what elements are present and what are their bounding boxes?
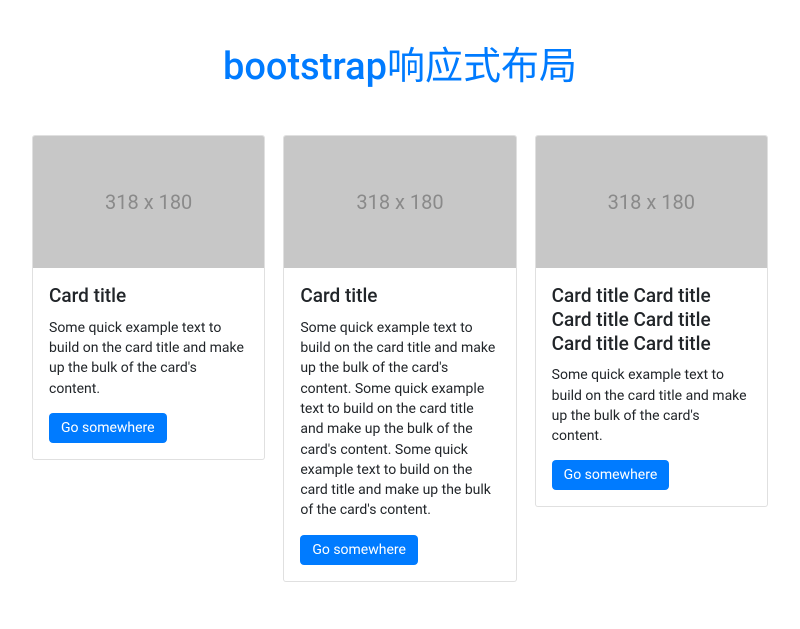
card-body: Card title Some quick example text to bu… <box>284 268 515 581</box>
card-body: Card title Some quick example text to bu… <box>33 268 264 459</box>
card-title: Card title <box>300 284 499 308</box>
card-body: Card title Card title Card title Card ti… <box>536 268 767 506</box>
card-image-placeholder: 318 x 180 <box>284 136 515 268</box>
card: 318 x 180 Card title Some quick example … <box>32 135 265 460</box>
card-row: 318 x 180 Card title Some quick example … <box>20 135 780 582</box>
card-image-placeholder: 318 x 180 <box>33 136 264 268</box>
card: 318 x 180 Card title Card title Card tit… <box>535 135 768 507</box>
go-somewhere-button[interactable]: Go somewhere <box>552 460 670 490</box>
go-somewhere-button[interactable]: Go somewhere <box>49 413 167 443</box>
card: 318 x 180 Card title Some quick example … <box>283 135 516 582</box>
page-title: bootstrap响应式布局 <box>20 35 780 90</box>
card-text: Some quick example text to build on the … <box>552 365 751 446</box>
card-text: Some quick example text to build on the … <box>49 318 248 399</box>
card-text: Some quick example text to build on the … <box>300 318 499 521</box>
card-title: Card title Card title Card title Card ti… <box>552 284 751 355</box>
card-title: Card title <box>49 284 248 308</box>
card-image-placeholder: 318 x 180 <box>536 136 767 268</box>
go-somewhere-button[interactable]: Go somewhere <box>300 535 418 565</box>
